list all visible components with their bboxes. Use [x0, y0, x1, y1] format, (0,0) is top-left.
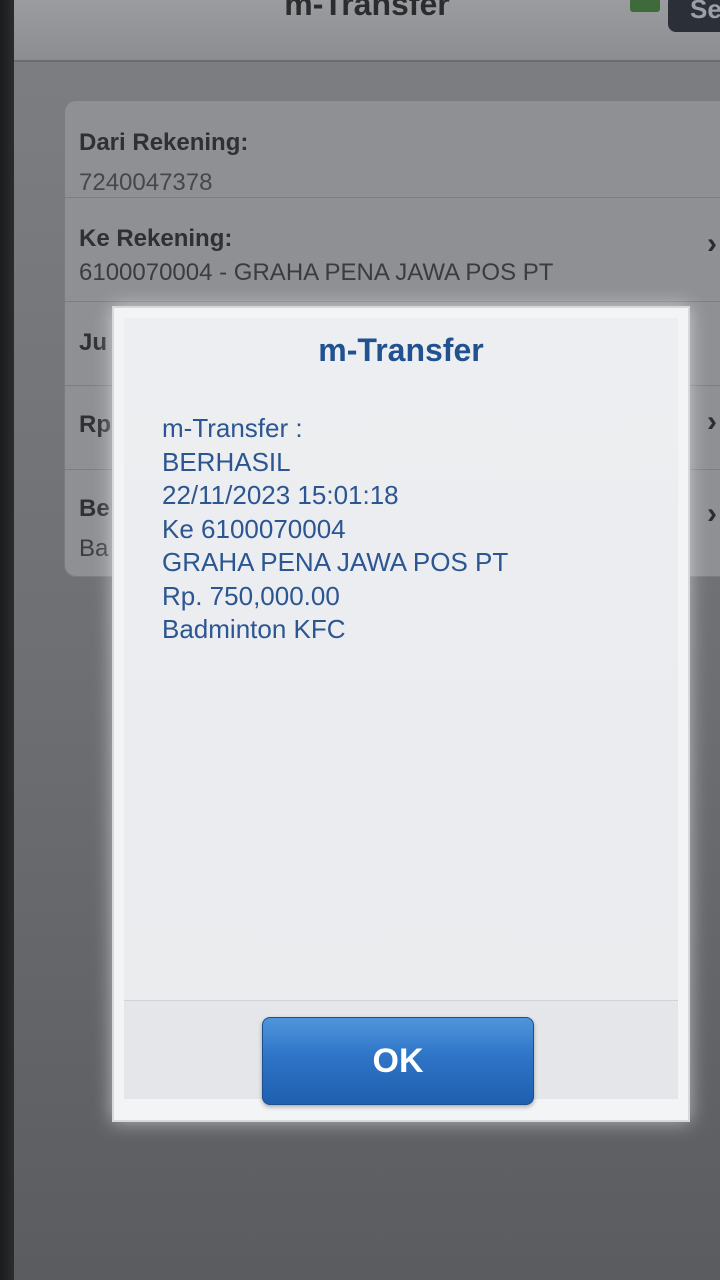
chevron-right-icon: ›: [707, 405, 717, 438]
status-text: BERHASIL: [162, 446, 291, 477]
chevron-right-icon: ›: [707, 497, 717, 530]
chevron-right-icon: ›: [707, 227, 717, 260]
from-account-row[interactable]: Dari Rekening: 7240047378: [65, 101, 720, 198]
dialog-button-bar: OK: [124, 1000, 678, 1105]
title-bar: m-Transfer Se: [14, 0, 720, 62]
destination-account: Ke 6100070004: [162, 513, 346, 544]
amount-label: Ju: [79, 329, 108, 356]
to-account-value: 6100070004 - GRAHA PENA JAWA POS PT: [79, 259, 554, 286]
message-line: m-Transfer :: [162, 413, 303, 443]
transfer-result-dialog: m-Transfer m-Transfer : BERHASIL 22/11/2…: [112, 306, 690, 1122]
from-account-label: Dari Rekening:: [79, 129, 249, 156]
status-indicator: [630, 0, 660, 12]
ok-button[interactable]: OK: [262, 1017, 534, 1105]
currency-label: Rp: [79, 411, 111, 438]
dialog-body: m-Transfer m-Transfer : BERHASIL 22/11/2…: [124, 318, 678, 1105]
note-label: Be: [79, 495, 110, 522]
dialog-title: m-Transfer: [318, 332, 484, 368]
send-button[interactable]: Se: [668, 0, 720, 32]
timestamp: 22/11/2023 15:01:18: [162, 480, 399, 510]
recipient-name: GRAHA PENA JAWA POS PT: [162, 547, 509, 577]
note-value: Ba: [79, 535, 109, 562]
from-account-value: 7240047378: [79, 169, 213, 196]
transfer-note: Badminton KFC: [162, 614, 346, 644]
to-account-row[interactable]: Ke Rekening: 6100070004 - GRAHA PENA JAW…: [65, 197, 720, 302]
transfer-amount: Rp. 750,000.00: [162, 580, 340, 611]
to-account-label: Ke Rekening:: [79, 225, 233, 252]
dialog-message: m-Transfer : BERHASIL 22/11/2023 15:01:1…: [162, 412, 662, 647]
app-title: m-Transfer: [284, 0, 450, 22]
